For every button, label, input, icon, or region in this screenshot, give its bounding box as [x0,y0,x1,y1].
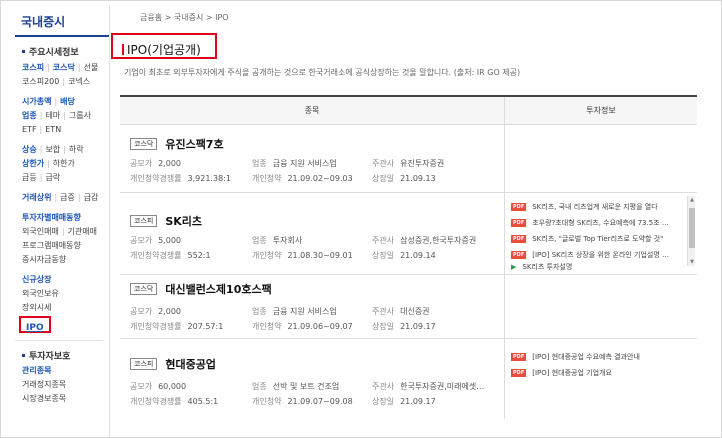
company-name[interactable]: 유진스팩7호 [165,136,223,152]
offer-price: 2,000 [158,159,181,168]
sidebar-section-title: 투자자보호 [29,351,71,362]
table-row: 코스피 현대중공업 공모가 60,000 업종 선박 및 보트 건조업 주관사 한국투자… [120,339,697,419]
ipo-table: 종목 투자정보 코스닥 유진스팩7호 공모가 2,000 업종 금융 지원 서비스업 … [120,95,697,419]
news-item[interactable]: PDF [IPO] 현대중공업 수요예측 결과안내 [511,349,697,365]
market-badge: 코스피 [130,358,158,370]
industry: 금융 지원 서비스업 [272,159,337,168]
sidebar-item-fund-trend[interactable]: 증시자금동향 [22,255,66,264]
sidebar-item-rise[interactable]: 상승 [22,145,37,154]
sidebar-item-new-listing[interactable]: 신규상장 [22,275,51,284]
news-scrollbar[interactable]: ▲ ▼ [687,196,695,266]
table-row: 코스닥 유진스팩7호 공모가 2,000 업종 금융 지원 서비스업 주관사 유진투자증… [120,125,697,193]
bullet-icon [22,49,25,53]
pdf-icon: PDF [511,235,527,243]
sidebar-section-market: 주요시세정보 코스피 | 코스닥 | 선물 코스피200 | 코넥스 시가총액 | 배당 업종 |… [15,45,109,334]
sidebar-item-flat[interactable]: 보합 [45,145,60,154]
sidebar-item-dividend[interactable]: 배당 [60,97,75,106]
sidebar: 국내증시 주요시세정보 코스피 | 코스닥 | 선물 코스피200 | 코넥스 시가총액 | 배… [15,5,110,438]
demand-rate: 3,921.38:1 [187,174,231,183]
sidebar-item-suspended[interactable]: 거래정지종목 [22,380,66,389]
bullet-icon [22,353,25,357]
sidebar-item-managed[interactable]: 관리종목 [22,366,51,375]
investment-info [505,125,697,192]
news-item[interactable]: PDF [IPO] SK리츠 상장을 위한 온라인 기업설명 … [511,247,697,263]
sidebar-item-fall[interactable]: 하락 [69,145,84,154]
sidebar-item-lower-limit[interactable]: 하한가 [53,159,75,168]
sidebar-item-industry[interactable]: 업종 [22,111,37,120]
sub-period: 21.09.02~09.03 [287,174,353,183]
underwriter: 유진투자증권 [400,159,445,168]
sidebar-item-kospi[interactable]: 코스피 [22,63,44,72]
table-header: 종목 투자정보 [120,97,697,125]
sidebar-item-marketcap[interactable]: 시가총액 [22,97,51,106]
scroll-down-icon[interactable]: ▼ [688,258,696,266]
news-item[interactable]: ▶ SK리츠 투자설명 [511,263,697,271]
investment-info: PDF SK리츠, 국내 리츠업계 새로운 지평을 열다 PDF 초우량?초대형 S… [505,193,697,274]
col-header-info: 투자정보 [586,106,616,115]
play-icon: ▶ [511,263,517,271]
sidebar-section-protection: 투자자보호 관리종목 거래정지종목 시장경보종목 [15,349,109,406]
sidebar-item-investor-trend[interactable]: 투자자별매매동향 [22,213,81,222]
table-row: 코스피 SK리츠 공모가 5,000 업종 투자회사 주관사 삼성증권,한국투자증권 개… [120,193,697,275]
sidebar-item-program-trade[interactable]: 프로그램매매동향 [22,241,81,250]
scroll-up-icon[interactable]: ▲ [688,196,696,204]
market-badge: 코스닥 [130,283,158,295]
company-name[interactable]: SK리츠 [165,213,202,229]
sidebar-item-vol-drop[interactable]: 급감 [84,193,99,202]
news-item[interactable]: PDF 초우량?초대형 SK리츠, 수요예측에 73.5조 … [511,215,697,231]
breadcrumb: 금융홈 > 국내증시 > IPO [140,13,229,22]
news-item[interactable]: PDF [IPO] 현대중공업 기업개요 [511,365,697,381]
sidebar-item-kosdaq[interactable]: 코스닥 [53,63,75,72]
news-item[interactable]: PDF SK리츠, 국내 리츠업계 새로운 지평을 열다 [511,199,697,215]
listing-date: 21.09.13 [400,174,436,183]
sidebar-item-ipo-label[interactable]: IPO [26,323,44,333]
sidebar-title: 국내증시 [15,5,109,37]
page-title-box: IPO(기업공개) [111,33,217,59]
investment-info [505,275,697,338]
company-name[interactable]: 현대중공업 [165,356,216,372]
sidebar-item-top-volume[interactable]: 거래상위 [22,193,51,202]
pdf-icon: PDF [511,251,527,259]
sidebar-item-otc[interactable]: 장외시세 [22,303,51,312]
news-item[interactable]: PDF SK리츠, "글로벌 Top Tier리츠로 도약할 것" [511,231,697,247]
sidebar-item-foreign-trade[interactable]: 외국인매매 [22,227,59,236]
pdf-icon: PDF [511,203,527,211]
pdf-icon: PDF [511,219,527,227]
page-description: 기업이 최초로 외부투자자에게 주식을 공개하는 것으로 한국거래소에 공식상장… [124,68,521,77]
sidebar-item-surge[interactable]: 급등 [22,173,37,182]
col-header-stock: 종목 [120,97,505,124]
sidebar-item-kospi200[interactable]: 코스피200 [22,77,59,86]
sidebar-item-plunge[interactable]: 급락 [45,173,60,182]
sidebar-item-etf[interactable]: ETF [22,125,37,134]
sidebar-item-etn[interactable]: ETN [45,125,61,134]
sidebar-item-ipo[interactable]: IPO [19,316,51,333]
sidebar-section-title: 주요시세정보 [29,47,79,58]
scrollbar-thumb[interactable] [689,208,695,248]
sidebar-item-vol-surge[interactable]: 급증 [60,193,75,202]
investment-info: PDF [IPO] 현대중공업 수요예측 결과안내 PDF [IPO] 현대중공업 … [505,339,697,419]
sidebar-item-upper-limit[interactable]: 상한가 [22,159,44,168]
pdf-icon: PDF [511,369,527,377]
sidebar-item-futures[interactable]: 선물 [84,63,99,72]
sidebar-item-foreign-holding[interactable]: 외국인보유 [22,289,59,298]
sidebar-item-theme[interactable]: 테마 [45,111,60,120]
table-row: 코스닥 대신밸런스제10호스팩 공모가 2,000 업종 금융 지원 서비스업 주관사… [120,275,697,339]
sidebar-item-group[interactable]: 그룹사 [69,111,91,120]
sidebar-item-warning[interactable]: 시장경보종목 [22,394,66,403]
pdf-icon: PDF [511,353,527,361]
page-title: IPO(기업공개) [127,43,201,57]
market-badge: 코스닥 [130,138,158,150]
title-bar-icon [122,44,124,55]
company-name[interactable]: 대신밸런스제10호스팩 [165,281,271,297]
sidebar-item-inst-trade[interactable]: 기관매매 [68,227,97,236]
sidebar-item-konex[interactable]: 코넥스 [68,77,90,86]
market-badge: 코스피 [130,215,158,227]
